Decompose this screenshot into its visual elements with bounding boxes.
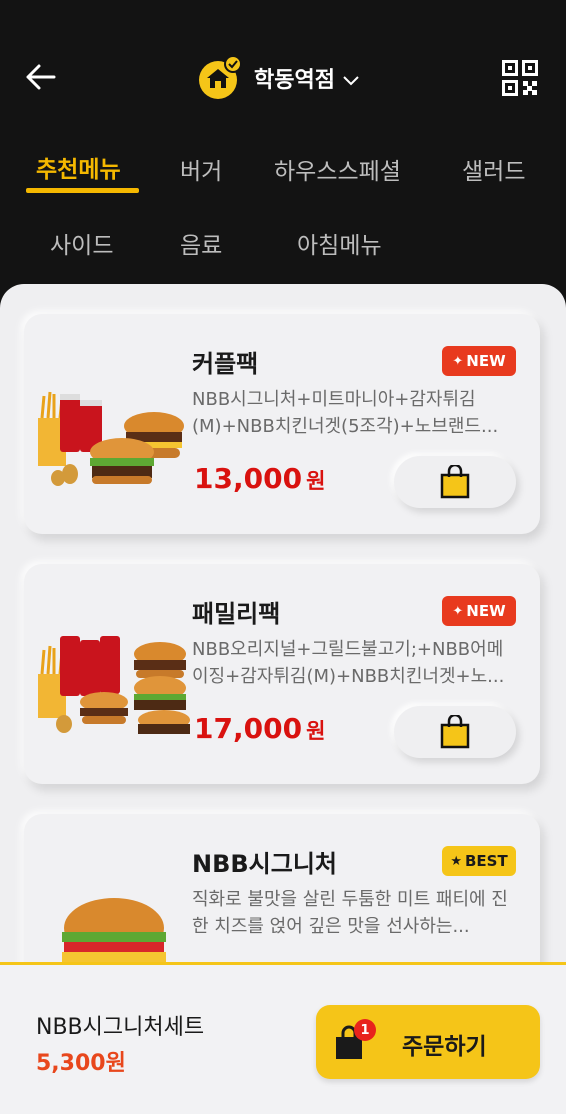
family-pack-image xyxy=(38,636,190,734)
menu-price: 13,000 원 xyxy=(194,462,326,495)
menu-card[interactable]: 커플팩 ✦ NEW NBB시그니처+미트마니아+감자튀김(M)+NBB치킨너겟(… xyxy=(24,314,540,534)
back-arrow-icon[interactable] xyxy=(22,58,62,98)
menu-price: 17,000 원 xyxy=(194,712,326,745)
add-to-bag-button[interactable] xyxy=(394,706,516,758)
menu-name: 커플팩 xyxy=(192,350,259,378)
star-icon: ★ xyxy=(450,853,462,869)
tab-side[interactable]: 사이드 xyxy=(50,226,113,260)
qr-code-icon[interactable] xyxy=(502,60,538,96)
store-icon xyxy=(199,56,242,99)
cart-bar: NBB시그니처세트 5,300원 1 주문하기 xyxy=(0,962,566,1114)
order-button[interactable]: 1 주문하기 xyxy=(316,1005,540,1079)
best-badge: ★ BEST xyxy=(442,846,516,876)
order-label: 주문하기 xyxy=(402,1034,487,1060)
menu-description: NBB시그니처+미트마니아+감자튀김(M)+NBB치킨너겟(5조각)+노브랜드.… xyxy=(192,389,499,437)
sparkle-icon: ✦ xyxy=(452,353,464,369)
tab-house-special[interactable]: 하우스스페셜 xyxy=(274,152,401,186)
menu-description: 직화로 불맛을 살린 두툼한 미트 패티에 진한 치즈를 얹어 깊은 맛을 선사… xyxy=(192,889,508,937)
shopping-bag-icon xyxy=(440,715,470,749)
cart-item-price: 5,300원 xyxy=(36,1051,126,1076)
store-selector[interactable]: 학동역점 xyxy=(198,56,359,100)
store-name[interactable]: 학동역점 xyxy=(254,62,335,94)
cart-count-badge: 1 xyxy=(354,1019,376,1041)
shopping-bag-icon xyxy=(440,465,470,499)
menu-name: NBB시그니처 xyxy=(192,850,337,878)
couple-pack-image xyxy=(38,391,184,486)
chevron-down-icon[interactable] xyxy=(343,76,359,86)
add-to-bag-button[interactable] xyxy=(394,456,516,508)
tab-drinks[interactable]: 음료 xyxy=(180,226,222,260)
tab-salad[interactable]: 샐러드 xyxy=(462,152,525,186)
tab-breakfast[interactable]: 아침메뉴 xyxy=(297,226,382,260)
tab-recommended[interactable]: 추천메뉴 xyxy=(36,150,121,184)
new-badge: ✦ NEW xyxy=(442,346,516,376)
tab-burger[interactable]: 버거 xyxy=(180,152,222,186)
menu-card[interactable]: 패밀리팩 ✦ NEW NBB오리지널+그릴드불고기;+NBB어메이징+감자튀김(… xyxy=(24,564,540,784)
active-tab-indicator xyxy=(26,188,139,193)
menu-name: 패밀리팩 xyxy=(192,600,281,628)
cart-item-name: NBB시그니처세트 xyxy=(36,1015,205,1040)
app-header: 학동역점 추천메뉴 버거 하우스스페셜 샐러드 사이드 음료 아침메뉴 xyxy=(0,0,566,300)
new-badge: ✦ NEW xyxy=(442,596,516,626)
menu-description: NBB오리지널+그릴드불고기;+NBB어메이징+감자튀김(M)+NBB치킨너겟+… xyxy=(192,639,505,687)
sparkle-icon: ✦ xyxy=(452,603,464,619)
